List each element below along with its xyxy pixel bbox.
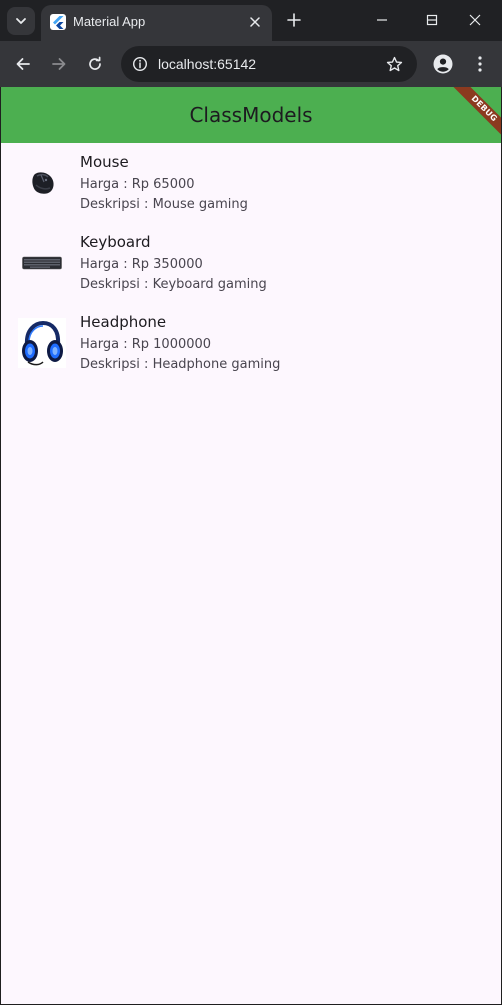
product-description: Deskripsi : Headphone gaming — [80, 356, 280, 373]
description-label: Deskripsi : — [80, 277, 153, 292]
back-button[interactable] — [9, 50, 37, 78]
new-tab-button[interactable] — [283, 9, 305, 31]
price-value: Rp 1000000 — [131, 337, 212, 352]
description-label: Deskripsi : — [80, 357, 153, 372]
more-vert-icon — [478, 56, 482, 72]
product-price: Harga : Rp 65000 — [80, 176, 195, 193]
forward-button[interactable] — [45, 50, 73, 78]
mouse-image — [18, 157, 66, 209]
info-icon — [132, 56, 148, 72]
price-label: Harga : — [80, 257, 132, 272]
browser-tab[interactable]: Material App — [41, 5, 272, 41]
price-value: Rp 65000 — [131, 177, 195, 192]
headphone-image — [18, 317, 66, 369]
close-icon — [250, 17, 260, 27]
list-item[interactable]: Headphone Harga : Rp 1000000 Deskripsi :… — [1, 303, 501, 383]
maximize-button[interactable] — [412, 4, 452, 36]
tab-close-button[interactable] — [246, 13, 264, 31]
reload-button[interactable] — [81, 50, 109, 78]
plus-icon — [287, 13, 301, 27]
list-item[interactable]: Mouse Harga : Rp 65000 Deskripsi : Mouse… — [1, 143, 501, 223]
arrow-left-icon — [16, 58, 30, 70]
page-viewport: ClassModels DEBUG Mouse Harga : Rp 65000… — [1, 87, 501, 1004]
product-name: Mouse — [80, 153, 129, 171]
flutter-icon — [50, 14, 66, 30]
star-icon — [386, 56, 402, 71]
product-list: Mouse Harga : Rp 65000 Deskripsi : Mouse… — [1, 143, 501, 383]
bookmark-button[interactable] — [384, 54, 404, 74]
description-value: Keyboard gaming — [152, 277, 267, 292]
price-label: Harga : — [80, 177, 132, 192]
product-price: Harga : Rp 350000 — [80, 256, 203, 273]
keyboard-image — [18, 237, 66, 289]
url-text[interactable]: localhost:65142 — [158, 55, 256, 73]
browser-menu-button[interactable] — [468, 52, 492, 76]
price-value: Rp 350000 — [131, 257, 203, 272]
reload-icon — [89, 56, 101, 70]
page-title: ClassModels — [189, 103, 313, 127]
minimize-icon — [377, 19, 387, 21]
product-price: Harga : Rp 1000000 — [80, 336, 211, 353]
profile-button[interactable] — [431, 52, 455, 76]
product-name: Keyboard — [80, 233, 151, 251]
arrow-right-icon — [52, 58, 66, 70]
list-item[interactable]: Keyboard Harga : Rp 350000 Deskripsi : K… — [1, 223, 501, 303]
account-icon — [433, 54, 453, 74]
tab-title: Material App — [73, 14, 146, 29]
maximize-icon — [426, 14, 438, 26]
chevron-down-icon — [16, 18, 26, 24]
app-bar: ClassModels DEBUG — [1, 87, 501, 146]
product-description: Deskripsi : Keyboard gaming — [80, 276, 267, 293]
minimize-button[interactable] — [362, 4, 402, 36]
price-label: Harga : — [80, 337, 132, 352]
product-description: Deskripsi : Mouse gaming — [80, 196, 248, 213]
description-label: Deskripsi : — [80, 197, 153, 212]
description-value: Headphone gaming — [152, 357, 281, 372]
close-icon — [469, 14, 481, 26]
debug-banner: DEBUG — [441, 87, 501, 147]
tab-search-button[interactable] — [7, 7, 35, 35]
window-close-button[interactable] — [455, 4, 495, 36]
address-bar[interactable]: localhost:65142 — [121, 46, 417, 82]
browser-toolbar: localhost:65142 — [0, 41, 502, 87]
debug-label: DEBUG — [447, 87, 501, 146]
site-info-button[interactable] — [128, 52, 152, 76]
product-name: Headphone — [80, 313, 167, 331]
description-value: Mouse gaming — [152, 197, 248, 212]
